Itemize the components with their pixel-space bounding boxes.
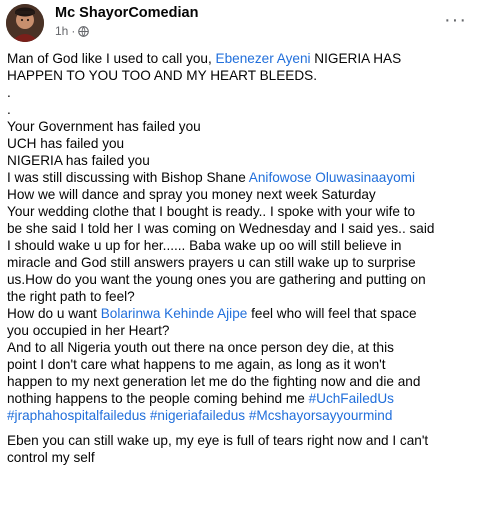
post-text-line: miracle and God still answers prayers u … <box>7 254 479 271</box>
post-text-line: And to all Nigeria youth out there na on… <box>7 339 479 356</box>
post-text-line: nothing happens to the people coming beh… <box>7 390 479 407</box>
post-header: Mc ShayorComedian 1h · ··· <box>0 0 489 46</box>
post-text-line: Eben you can still wake up, my eye is fu… <box>7 432 479 449</box>
post-text-segment: I should wake u up for her...... Baba wa… <box>7 238 402 253</box>
post-text-segment: How we will dance and spray you money ne… <box>7 187 376 202</box>
more-options-icon[interactable]: ··· <box>444 10 467 30</box>
hashtag-link[interactable]: #Mcshayorsayyourmind <box>249 408 393 423</box>
post-text-line: #jraphahospitalfailedus #nigeriafailedus… <box>7 407 479 424</box>
post-text-segment: Eben you can still wake up, my eye is fu… <box>7 433 429 448</box>
post-text-line: I should wake u up for her...... Baba wa… <box>7 237 479 254</box>
post-text-segment: . <box>7 85 11 100</box>
post-text-segment: nothing happens to the people coming beh… <box>7 391 309 406</box>
post-text-segment: NIGERIA has failed you <box>7 153 150 168</box>
mention-link[interactable]: Bolarinwa Kehinde Ajipe <box>101 306 248 321</box>
post-text-line: point I don't care what happens to me ag… <box>7 356 479 373</box>
post-text-segment: happen to my next generation let me do t… <box>7 374 421 389</box>
profile-photo-icon <box>6 4 44 42</box>
post-text-segment: Man of God like I used to call you, <box>7 51 216 66</box>
mention-link[interactable]: Anifowose Oluwasinaayomi <box>249 170 415 185</box>
post-text-segment: How do u want <box>7 306 101 321</box>
post-text-segment: feel who will feel that space <box>247 306 417 321</box>
hashtag-link[interactable]: #nigeriafailedus <box>150 408 245 423</box>
post-text-segment: Your wedding clothe that I bought is rea… <box>7 204 416 219</box>
post-text-segment: . <box>7 102 11 117</box>
post-text-segment: us.How do you want the young ones you ar… <box>7 272 426 287</box>
post-text-line: UCH has failed you <box>7 135 479 152</box>
post-text-line: us.How do you want the young ones you ar… <box>7 271 479 288</box>
post-text-segment: UCH has failed you <box>7 136 125 151</box>
author-name[interactable]: Mc ShayorComedian <box>55 5 198 21</box>
mention-link[interactable]: Ebenezer Ayeni <box>216 51 311 66</box>
post-text-line: How do u want Bolarinwa Kehinde Ajipe fe… <box>7 305 479 322</box>
post-text-line: be she said I told her I was coming on W… <box>7 220 479 237</box>
post-text-segment: NIGERIA HAS <box>310 51 402 66</box>
hashtag-link[interactable]: #UchFailedUs <box>309 391 394 406</box>
globe-icon <box>78 25 90 37</box>
post-text-segment: control my self <box>7 450 95 465</box>
post-paragraph-2: Eben you can still wake up, my eye is fu… <box>7 432 479 466</box>
post-text-line: . <box>7 101 479 118</box>
post-text-segment: the right path to feel? <box>7 289 135 304</box>
post-text-line: Man of God like I used to call you, Eben… <box>7 50 479 67</box>
post-text-segment: And to all Nigeria youth out there na on… <box>7 340 394 355</box>
post-text-segment: be she said I told her I was coming on W… <box>7 221 435 236</box>
avatar[interactable] <box>6 4 44 42</box>
post-paragraph-1: Man of God like I used to call you, Eben… <box>7 50 479 424</box>
post-time[interactable]: 1h <box>55 24 68 38</box>
post-text-line: NIGERIA has failed you <box>7 152 479 169</box>
post-meta: 1h · <box>55 24 90 38</box>
post-text-segment: Your Government has failed you <box>7 119 201 134</box>
post-text-line: HAPPEN TO YOU TOO AND MY HEART BLEEDS. <box>7 67 479 84</box>
post-text-segment: you occupied in her Heart? <box>7 323 170 338</box>
facebook-post: Mc ShayorComedian 1h · ··· Man of God li… <box>0 0 489 509</box>
post-text-line: you occupied in her Heart? <box>7 322 479 339</box>
post-text-segment: I was still discussing with Bishop Shane <box>7 170 249 185</box>
post-text-line: control my self <box>7 449 479 466</box>
post-text-line: happen to my next generation let me do t… <box>7 373 479 390</box>
post-text-line: How we will dance and spray you money ne… <box>7 186 479 203</box>
post-text-segment: HAPPEN TO YOU TOO AND MY HEART BLEEDS. <box>7 68 317 83</box>
hashtag-link[interactable]: #jraphahospitalfailedus <box>7 408 146 423</box>
post-text-segment: point I don't care what happens to me ag… <box>7 357 386 372</box>
post-body: Man of God like I used to call you, Eben… <box>7 50 479 466</box>
post-text-line: I was still discussing with Bishop Shane… <box>7 169 479 186</box>
post-text-segment: miracle and God still answers prayers u … <box>7 255 416 270</box>
meta-separator: · <box>71 24 76 38</box>
post-text-line: the right path to feel? <box>7 288 479 305</box>
post-text-line: Your wedding clothe that I bought is rea… <box>7 203 479 220</box>
post-text-line: Your Government has failed you <box>7 118 479 135</box>
post-text-line: . <box>7 84 479 101</box>
